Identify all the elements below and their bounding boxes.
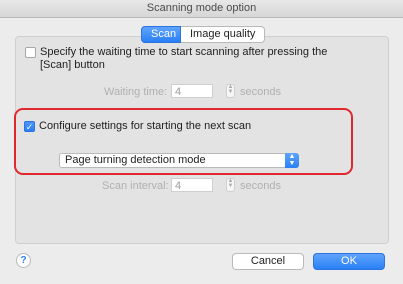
scan-interval-label: Scan interval: (102, 180, 169, 192)
select-chevron-icon: ▲ ▼ (285, 153, 299, 168)
cancel-button[interactable]: Cancel (232, 253, 304, 270)
next-scan-label: Configure settings for starting the next… (39, 120, 252, 132)
waiting-time-field-label: Waiting time: (104, 86, 168, 98)
waiting-time-input[interactable]: 4 (171, 84, 213, 98)
window-title: Scanning mode option (0, 0, 403, 18)
checkmark-icon: ✓ (25, 122, 34, 132)
scan-mode-select[interactable]: Page turning detection mode ▲ ▼ (59, 153, 299, 168)
scan-interval-unit: seconds (240, 180, 281, 192)
stepper-down-icon: ▼ (227, 183, 234, 189)
waiting-time-checkbox[interactable] (25, 47, 36, 58)
tab-bar: Scan Image quality (141, 26, 266, 43)
scan-mode-value: Page turning detection mode (65, 154, 206, 166)
scan-interval-input[interactable]: 4 (171, 178, 213, 192)
waiting-time-unit: seconds (240, 86, 281, 98)
tab-scan[interactable]: Scan (141, 26, 181, 43)
stepper-down-icon: ▼ (227, 89, 234, 95)
help-button[interactable]: ? (16, 253, 31, 268)
waiting-time-label-line1: Specify the waiting time to start scanni… (40, 46, 328, 58)
scan-interval-stepper[interactable]: ▲ ▼ (226, 178, 235, 192)
tab-image-quality[interactable]: Image quality (181, 26, 266, 43)
next-scan-checkbox[interactable]: ✓ (24, 121, 35, 132)
waiting-time-label-line2: [Scan] button (40, 59, 105, 71)
ok-button[interactable]: OK (313, 253, 385, 270)
waiting-time-stepper[interactable]: ▲ ▼ (226, 84, 235, 98)
